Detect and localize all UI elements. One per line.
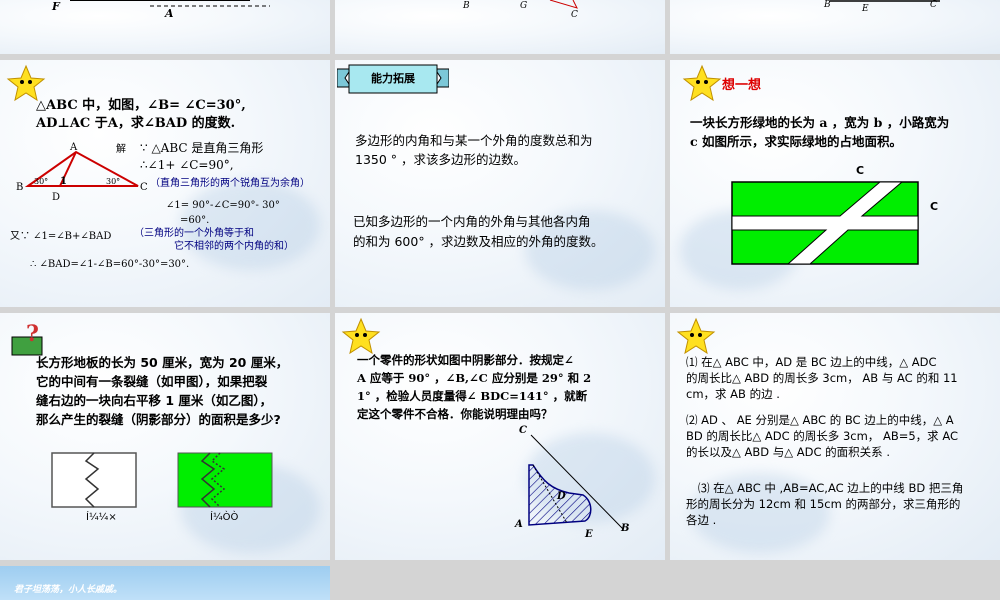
green-field-figure <box>731 181 919 265</box>
solution-line-6: ∴ ∠BAD=∠1-∠B=60°-30°=30°. <box>30 259 190 270</box>
top-right-figure: B E C <box>823 0 940 14</box>
problem-line-4: 那么产生的裂缝（阴影部分）的面积是多少? <box>36 412 281 427</box>
solution-note-2b: 它不相邻的两个内角的和） <box>174 241 294 252</box>
solution-line-5: 又∵ ∠1=∠B+∠BAD <box>10 231 112 242</box>
label-b: B <box>823 0 831 10</box>
problem-line-2: A 应等于 90° ，∠B,∠C 应分别是 29° 和 2 <box>357 371 592 385</box>
fig-label-c: C <box>140 182 148 193</box>
figure-yi <box>177 452 273 508</box>
question-2-line-2: 的和为 600° ，求边数及相应的外角的度数。 <box>353 234 604 249</box>
label-f: F <box>51 0 61 13</box>
fig-label-b: B <box>620 523 629 534</box>
slide-median-problems[interactable]: ⑴ 在△ ABC 中，AD 是 BC 边上的中线，△ ADC 的周长比△ ABD… <box>670 313 1000 560</box>
problem-line-2: 它的中间有一条裂缝（如甲图），如果把裂 <box>36 374 268 389</box>
slide-triangle-bad[interactable]: △ABC 中，如图，∠B= ∠C=30°, AD⊥AC 于A，求∠BAD 的度数… <box>0 60 330 307</box>
triangle-figure: A B C D 1 30° 30° <box>16 142 148 203</box>
problem-1-line-3: cm，求 AB 的边 . <box>686 387 780 401</box>
slide-bottom-left[interactable]: 君子坦荡荡，小人长戚戚。 <box>0 566 330 600</box>
star-mascot-icon <box>676 317 716 355</box>
fig-label-1: 1 <box>60 176 67 187</box>
problem-3-line-2: 形的周长分为 12cm 和 15cm 的两部分，求三角形的 <box>686 497 961 511</box>
problem-2-line-3: 的长以及△ ABD 与△ ADC 的面积关系 . <box>686 445 890 459</box>
problem-line-2: c 如图所示，求实际绿地的占地面积。 <box>690 134 902 149</box>
problem-2-line-2: BD 的周长比△ ADC 的周长多 3cm， AB=5，求 AC <box>686 429 959 443</box>
solution-line-2: ∴∠1+ ∠C=90°, <box>140 158 234 172</box>
part-figure: C D A E B <box>514 425 629 540</box>
slide-green-field[interactable]: 想一想 一块长方形绿地的长为 a ，宽为 b ，小路宽为 c 如图所示，求实际绿… <box>670 60 1000 307</box>
fig-label-d: D <box>556 491 566 502</box>
top-middle-figure: B G C <box>462 0 578 20</box>
slide-machine-part[interactable]: 一个零件的形状如图中阴影部分．按规定∠ A 应等于 90° ，∠B,∠C 应分别… <box>335 313 665 560</box>
label-c-top: C <box>856 164 865 177</box>
label-b: B <box>462 1 470 11</box>
slide-polygon-angles[interactable]: 能力拓展 多边形的内角和与某一个外角的度数总和为 1350 ° ，求该多边形的边… <box>335 60 665 307</box>
fig-label-b: B <box>16 182 23 193</box>
problem-2-line-1: ⑵ AD 、 AE 分别是△ ABC 的 BC 边上的中线，△ A <box>686 413 954 427</box>
problem-line-3: 1° ，检验人员度量得∠ BDC=141° ，就断 <box>357 389 588 403</box>
problem-line-3: 缝右边的一块向右平移 1 厘米（如乙图）， <box>36 393 273 408</box>
fig-label-a: A <box>69 142 78 153</box>
slide-title: 想一想 <box>722 78 762 93</box>
solution-line-3: ∠1= 90°-∠C=90°- 30° <box>166 200 280 211</box>
label-g: G <box>520 1 527 11</box>
question-2-line-1: 已知多边形的一个内角的外角与其他各内角 <box>353 214 591 229</box>
fig-angle-b: 30° <box>34 177 48 186</box>
problem-line-1: 一个零件的形状如图中阴影部分．按规定∠ <box>357 353 574 367</box>
solution-note-2a: （三角形的一个外角等于和 <box>134 228 254 239</box>
fig-label-c: C <box>519 425 527 436</box>
fig-label-a: A <box>514 519 523 530</box>
label-c: C <box>571 10 578 20</box>
fig-angle-c: 30° <box>106 177 120 186</box>
label-a: A <box>164 7 174 20</box>
motto-text: 君子坦荡荡，小人长戚戚。 <box>14 585 123 595</box>
question-1-line-2: 1350 ° ，求该多边形的边数。 <box>355 152 527 167</box>
slide-floor-crack[interactable]: ? 长方形地板的长为 50 厘米，宽为 20 厘米， 它的中间有一条裂缝（如甲图… <box>0 313 330 560</box>
problem-line-2: AD⊥AC 于A，求∠BAD 的度数. <box>36 116 236 131</box>
caption-yi: Í¼ÒÒ <box>210 512 239 523</box>
fig-label-d: D <box>52 192 60 203</box>
solution-jie: 解 <box>116 144 126 155</box>
fig-label-e: E <box>584 529 593 540</box>
label-c: C <box>930 0 937 10</box>
caption-jia: Í¼¼× <box>86 512 117 523</box>
label-c-right: C <box>930 200 939 213</box>
label-e: E <box>861 4 869 14</box>
problem-1-line-2: 的周长比△ ABD 的周长多 3cm， AB 与 AC 的和 11 <box>686 371 958 385</box>
slide-top-left[interactable]: F A <box>0 0 330 54</box>
slide-top-middle[interactable]: B G C <box>335 0 665 54</box>
problem-line-1: △ABC 中，如图，∠B= ∠C=30°, <box>36 98 246 113</box>
problem-3-line-1: ⑶ 在△ ABC 中 ,AB=AC,AC 边上的中线 BD 把三角 <box>698 481 964 495</box>
question-1-line-1: 多边形的内角和与某一个外角的度数总和为 <box>355 133 593 148</box>
problem-1-line-1: ⑴ 在△ ABC 中，AD 是 BC 边上的中线，△ ADC <box>686 355 937 369</box>
problem-line-1: 一块长方形绿地的长为 a ，宽为 b ，小路宽为 <box>690 115 950 130</box>
slide-top-right[interactable]: B E C <box>670 0 1000 54</box>
star-mascot-icon <box>682 64 722 102</box>
problem-line-1: 长方形地板的长为 50 厘米，宽为 20 厘米， <box>36 355 289 370</box>
solution-note-1: （直角三角形的两个锐角互为余角） <box>150 178 310 189</box>
figure-jia <box>51 452 137 508</box>
problem-3-line-3: 各边 . <box>686 513 717 527</box>
top-left-figure: F A <box>51 0 270 20</box>
svg-text:?: ? <box>26 321 39 347</box>
solution-line-4: =60°. <box>180 215 210 226</box>
banner-label: 能力拓展 <box>371 72 415 85</box>
